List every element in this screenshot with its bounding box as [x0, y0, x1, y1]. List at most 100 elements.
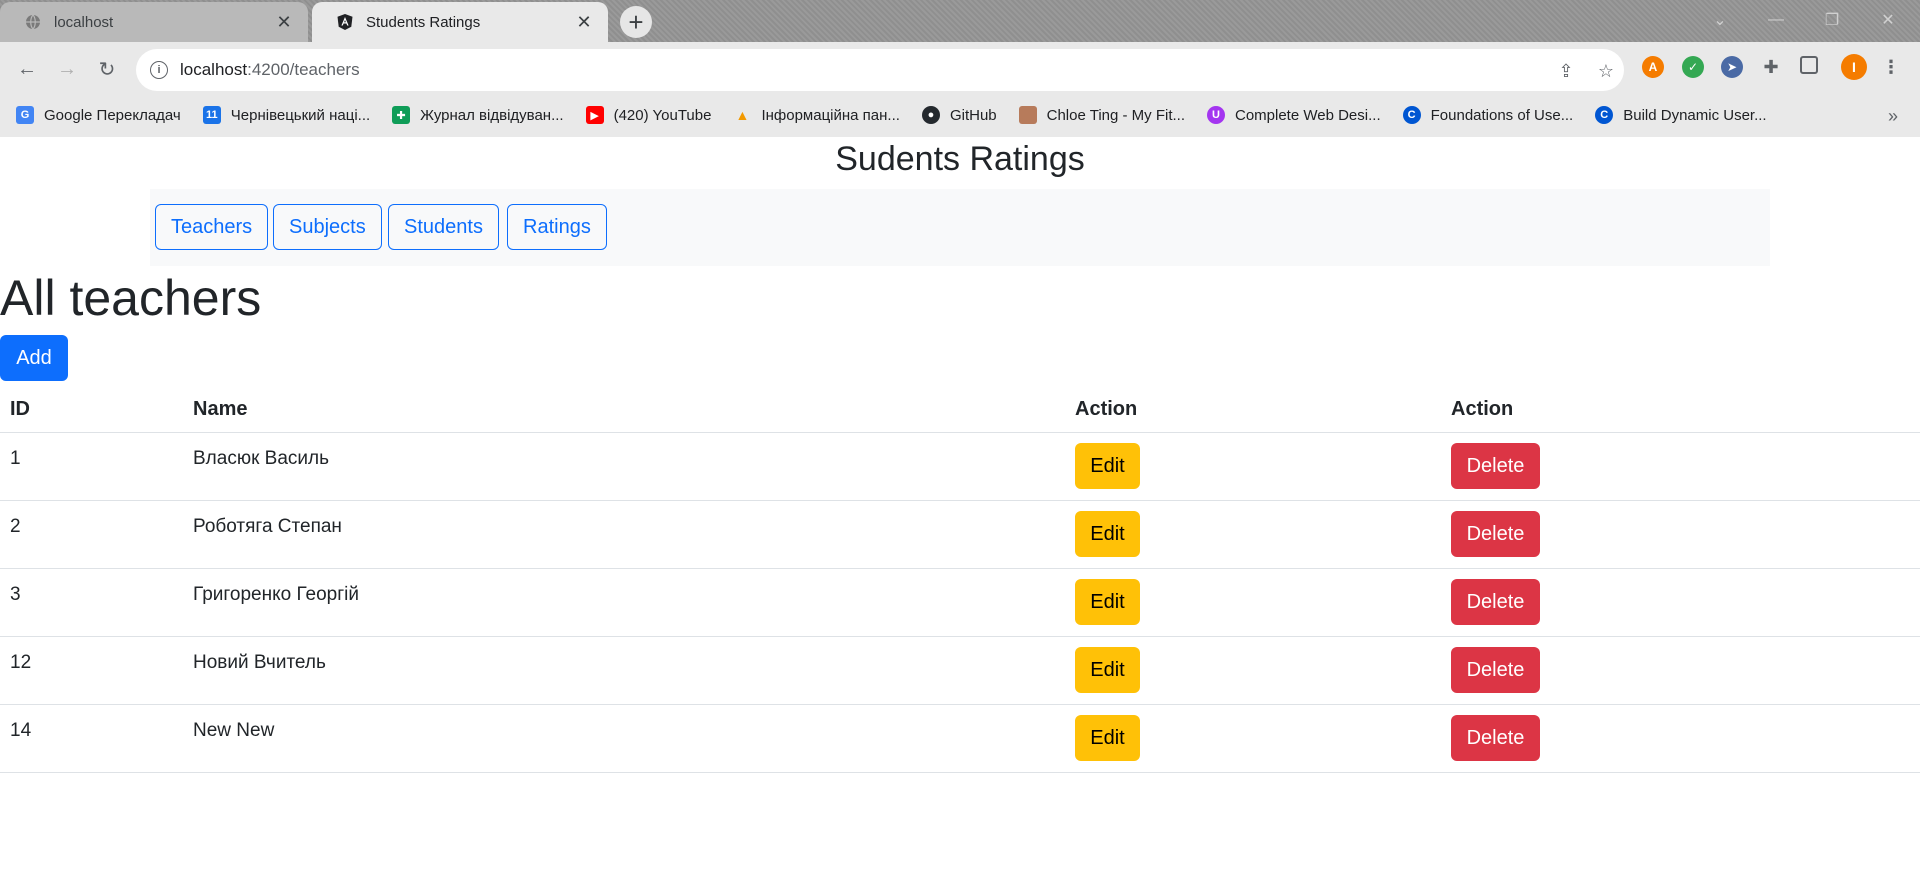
teacher-id: 1 [10, 448, 21, 469]
table-row: 1 Власюк Василь Edit Delete [0, 433, 1920, 501]
bookmark-github[interactable]: ● GitHub [921, 106, 997, 124]
site-info-icon[interactable]: i [150, 61, 168, 79]
bookmark-label: Build Dynamic User... [1623, 106, 1767, 124]
bookmark-label: Foundations of Use... [1430, 106, 1574, 124]
table-row: 2 Роботяга Степан Edit Delete [0, 501, 1920, 569]
edit-button[interactable]: Edit [1075, 715, 1140, 761]
nav-students-button[interactable]: Students [388, 204, 499, 250]
side-panel-icon[interactable] [1800, 56, 1818, 74]
nav-ratings-button[interactable]: Ratings [507, 204, 607, 250]
nav-teachers-button[interactable]: Teachers [155, 204, 269, 250]
bookmark-youtube[interactable]: ▶ (420) YouTube [585, 106, 712, 124]
main-nav: Teachers Subjects Students Ratings [150, 189, 1770, 266]
bookmark-journal[interactable]: ✚ Журнал відвідуван... [392, 106, 564, 124]
star-icon[interactable]: ☆ [1594, 59, 1618, 83]
angular-icon [336, 13, 354, 31]
bookmarks-bar: G Google Перекладач 11 Чернівецький наці..… [0, 97, 1920, 133]
bookmark-info-panel[interactable]: ▲ Інформаційна пан... [733, 106, 900, 124]
teacher-id: 3 [10, 584, 21, 605]
calendar-icon: 11 [202, 106, 221, 124]
bookmark-complete-web[interactable]: U Complete Web Desi... [1207, 106, 1381, 124]
page-content: Sudents Ratings Teachers Subjects Studen… [0, 137, 1920, 878]
bookmark-label: Чернівецький наці... [230, 106, 371, 124]
close-tab-icon[interactable]: ✕ [274, 12, 294, 32]
globe-icon [24, 13, 42, 31]
coursera-icon: C [1402, 106, 1421, 124]
delete-button[interactable]: Delete [1451, 579, 1540, 625]
edit-button[interactable]: Edit [1075, 443, 1140, 489]
github-icon: ● [921, 106, 940, 124]
delete-button[interactable]: Delete [1451, 647, 1540, 693]
bookmark-chernivtsi[interactable]: 11 Чернівецький наці... [202, 106, 371, 124]
coursera-icon: C [1595, 106, 1614, 124]
google-translate-icon: G [16, 106, 34, 124]
browser-tab-students-ratings[interactable]: Students Ratings ✕ [312, 2, 608, 42]
browser-tab-strip: localhost ✕ Students Ratings ✕ + ⌄ — ❐ ✕ [0, 0, 1920, 42]
url-host: localhost [180, 60, 248, 79]
bookmark-build-dynamic[interactable]: C Build Dynamic User... [1595, 106, 1767, 124]
bookmark-label: Google Перекладач [44, 106, 181, 124]
bookmark-chloe-ting[interactable]: Chloe Ting - My Fit... [1018, 106, 1185, 124]
sheets-icon: ✚ [392, 106, 411, 124]
column-header-action-edit: Action [1075, 398, 1138, 420]
teacher-name: Новий Вчитель [193, 652, 326, 673]
address-bar[interactable]: i localhost:4200/teachers ⇪ ☆ [136, 49, 1624, 91]
edit-button[interactable]: Edit [1075, 579, 1140, 625]
profile-avatar[interactable]: I [1841, 54, 1867, 80]
bookmark-label: Chloe Ting - My Fit... [1046, 106, 1185, 124]
extension-a-icon[interactable]: A [1642, 56, 1664, 78]
teacher-name: New New [193, 720, 275, 741]
extension-cursor-icon[interactable]: ➤ [1721, 56, 1743, 78]
share-icon[interactable]: ⇪ [1554, 59, 1578, 83]
teacher-id: 2 [10, 516, 21, 537]
table-row: 12 Новий Вчитель Edit Delete [0, 637, 1920, 705]
bookmark-label: Complete Web Desi... [1235, 106, 1381, 124]
teacher-id: 14 [10, 720, 32, 741]
delete-button[interactable]: Delete [1451, 511, 1540, 557]
tab-search-icon[interactable]: ⌄ [1700, 8, 1740, 32]
column-header-name: Name [193, 398, 248, 420]
close-tab-icon[interactable]: ✕ [574, 12, 594, 32]
add-teacher-button[interactable]: Add [0, 335, 68, 381]
bookmarks-overflow-icon[interactable]: » [1888, 106, 1898, 127]
table-header: ID Name Action Action [0, 385, 1920, 433]
column-header-id: ID [10, 398, 30, 420]
bookmark-label: (420) YouTube [613, 106, 712, 124]
youtube-icon: ▶ [585, 106, 604, 124]
bookmark-label: GitHub [949, 106, 997, 124]
restore-icon[interactable]: ❐ [1812, 8, 1852, 32]
kebab-menu-icon[interactable]: ⋮ [1880, 56, 1902, 78]
udemy-icon: U [1207, 106, 1225, 124]
table-row: 14 New New Edit Delete [0, 705, 1920, 773]
extension-shield-icon[interactable]: ✓ [1682, 56, 1704, 78]
edit-button[interactable]: Edit [1075, 511, 1140, 557]
bookmark-google-translate[interactable]: G Google Перекладач [16, 106, 181, 124]
avatar-icon [1018, 106, 1037, 124]
bookmark-label: Журнал відвідуван... [420, 106, 564, 124]
nav-subjects-button[interactable]: Subjects [273, 204, 382, 250]
extensions-puzzle-icon[interactable]: ✚ [1760, 56, 1782, 78]
bookmark-foundations[interactable]: C Foundations of Use... [1402, 106, 1574, 124]
tab-title: Students Ratings [366, 13, 481, 31]
delete-button[interactable]: Delete [1451, 715, 1540, 761]
bookmark-label: Інформаційна пан... [761, 106, 900, 124]
edit-button[interactable]: Edit [1075, 647, 1140, 693]
teachers-table: ID Name Action Action 1 Власюк Василь Ed… [0, 385, 1920, 773]
teacher-name: Григоренко Георгій [193, 584, 359, 605]
new-tab-button[interactable]: + [620, 6, 652, 38]
url-path: :4200/teachers [247, 60, 360, 79]
tab-title: localhost [54, 13, 114, 31]
column-header-action-delete: Action [1451, 398, 1514, 420]
page-heading: All teachers [0, 270, 262, 326]
minimize-icon[interactable]: — [1756, 8, 1796, 32]
reload-icon[interactable]: ↻ [92, 54, 122, 84]
browser-toolbar: ← → ↻ i localhost:4200/teachers ⇪ ☆ A ✓ … [0, 42, 1920, 137]
browser-tab-localhost[interactable]: localhost ✕ [0, 2, 308, 42]
forward-icon[interactable]: → [52, 54, 82, 84]
table-row: 3 Григоренко Георгій Edit Delete [0, 569, 1920, 637]
back-icon[interactable]: ← [12, 54, 42, 84]
close-window-icon[interactable]: ✕ [1868, 8, 1908, 32]
teacher-id: 12 [10, 652, 32, 673]
site-title: Sudents Ratings [835, 140, 1085, 178]
delete-button[interactable]: Delete [1451, 443, 1540, 489]
